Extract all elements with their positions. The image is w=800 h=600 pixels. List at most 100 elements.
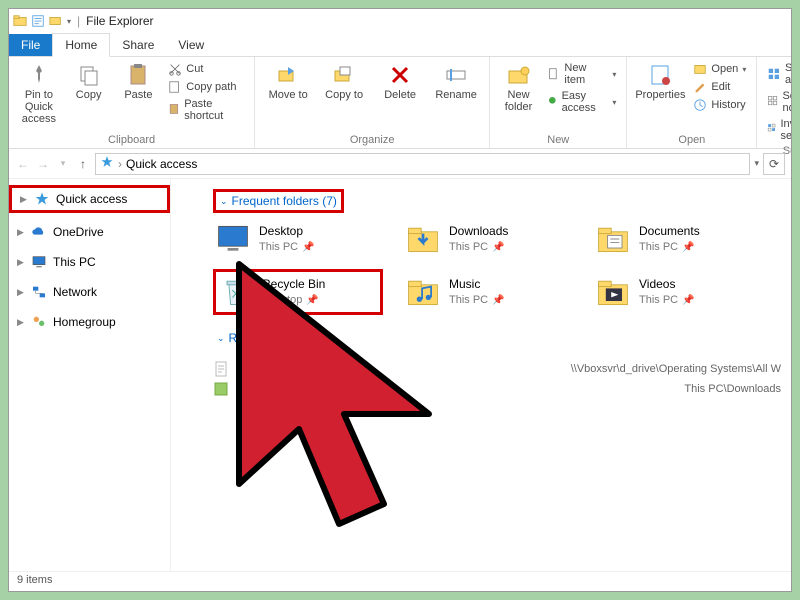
copy-path-icon xyxy=(168,80,182,94)
recent-files-list: _README \\Vboxsvr\d_drive\Operating Syst… xyxy=(213,359,781,399)
item-count: 9 items xyxy=(17,574,52,586)
paste-shortcut-icon xyxy=(168,103,180,117)
delete-icon xyxy=(388,63,412,87)
nav-forward-button[interactable]: → xyxy=(35,157,51,171)
address-box[interactable]: › Quick access xyxy=(95,153,750,175)
pin-icon xyxy=(27,63,51,87)
invert-selection-button[interactable]: Invert selection xyxy=(765,117,792,143)
pin-icon: 📌 xyxy=(302,242,314,253)
window-title: File Explorer xyxy=(86,14,153,28)
folder-downloads[interactable]: DownloadsThis PC📌 xyxy=(403,219,573,259)
sidebar-item-homegroup[interactable]: ▶ Homegroup xyxy=(9,311,170,333)
new-folder-button[interactable]: New folder xyxy=(498,61,539,115)
status-bar: 9 items xyxy=(9,571,791,591)
ribbon-group-organize: Move to Copy to Delete Rename Organize xyxy=(255,57,490,148)
copy-to-button[interactable]: Copy to xyxy=(319,61,369,103)
recent-file-wikihow[interactable]: Wikihow Standard Gr This PC\Downloads xyxy=(213,379,781,399)
chevron-right-icon: ▶ xyxy=(17,317,25,328)
select-none-icon xyxy=(767,95,778,109)
easy-access-button[interactable]: Easy access▾ xyxy=(545,89,618,115)
history-icon xyxy=(693,98,707,112)
recent-file-readme[interactable]: _README \\Vboxsvr\d_drive\Operating Syst… xyxy=(213,359,781,379)
music-icon xyxy=(405,274,441,310)
refresh-button[interactable]: ⟳ xyxy=(763,153,785,175)
frequent-folders-header[interactable]: ⌄ Frequent folders (7) xyxy=(213,189,344,213)
title-separator: | xyxy=(77,14,80,28)
homegroup-icon xyxy=(31,314,47,330)
edit-icon xyxy=(693,80,707,94)
new-folder-qat-icon[interactable] xyxy=(49,14,63,28)
ribbon-group-open: Properties Open▾ Edit History Open xyxy=(627,57,757,148)
cut-button[interactable]: Cut xyxy=(166,61,246,77)
properties-icon xyxy=(648,63,672,87)
videos-icon xyxy=(595,274,631,310)
properties-button[interactable]: Properties xyxy=(635,61,685,103)
address-location: Quick access xyxy=(126,157,197,171)
edit-button[interactable]: Edit xyxy=(691,79,748,95)
sidebar-item-network[interactable]: ▶ Network xyxy=(9,281,170,303)
address-bar: ← → ▾ ↑ › Quick access ▾ ⟳ xyxy=(9,149,791,179)
ribbon-tabs: File Home Share View xyxy=(9,33,791,57)
delete-button[interactable]: Delete xyxy=(375,61,425,103)
pin-icon: 📌 xyxy=(682,242,694,253)
select-none-button[interactable]: Select none xyxy=(765,89,792,115)
recycle-bin-icon xyxy=(218,274,254,310)
sidebar-item-this-pc[interactable]: ▶ This PC xyxy=(9,251,170,273)
cloud-icon xyxy=(31,224,47,240)
nav-up-button[interactable]: ↑ xyxy=(75,157,91,171)
invert-icon xyxy=(767,123,776,137)
copy-button[interactable]: Copy xyxy=(67,61,111,103)
star-icon xyxy=(100,155,114,172)
copy-icon xyxy=(77,63,101,87)
folder-videos[interactable]: VideosThis PC📌 xyxy=(593,269,763,315)
pin-to-quick-access-button[interactable]: Pin to Quick access xyxy=(17,61,61,127)
sidebar: ▶ Quick access ▶ OneDrive ▶ This PC ▶ Ne… xyxy=(9,179,171,571)
sidebar-item-quick-access[interactable]: ▶ Quick access xyxy=(9,185,170,213)
rename-button[interactable]: Rename xyxy=(431,61,481,103)
pin-icon: 📌 xyxy=(492,295,504,306)
quick-access-toolbar: ▾ xyxy=(13,14,71,28)
ribbon-group-clipboard: Pin to Quick access Copy Paste Cut Copy … xyxy=(9,57,255,148)
folder-documents[interactable]: DocumentsThis PC📌 xyxy=(593,219,763,259)
chevron-right-icon: ▶ xyxy=(17,257,25,268)
history-button[interactable]: History xyxy=(691,97,748,113)
new-item-button[interactable]: New item▾ xyxy=(545,61,618,87)
nav-back-button[interactable]: ← xyxy=(15,157,31,171)
select-all-icon xyxy=(767,67,781,81)
explorer-icon xyxy=(13,14,27,28)
properties-qat-icon[interactable] xyxy=(31,14,45,28)
chevron-down-icon: ⌄ xyxy=(220,196,228,207)
copy-path-button[interactable]: Copy path xyxy=(166,79,246,95)
sidebar-item-onedrive[interactable]: ▶ OneDrive xyxy=(9,221,170,243)
tab-file[interactable]: File xyxy=(9,34,52,56)
ribbon: Pin to Quick access Copy Paste Cut Copy … xyxy=(9,57,791,149)
paste-button[interactable]: Paste xyxy=(117,61,161,103)
pin-icon: 📌 xyxy=(306,295,318,306)
open-button[interactable]: Open▾ xyxy=(691,61,748,77)
qat-dropdown-icon[interactable]: ▾ xyxy=(67,17,71,26)
tab-share[interactable]: Share xyxy=(110,34,166,56)
image-file-icon xyxy=(213,381,229,397)
copy-to-icon xyxy=(332,63,356,87)
folder-music[interactable]: MusicThis PC📌 xyxy=(403,269,573,315)
title-bar: ▾ | File Explorer xyxy=(9,9,791,33)
select-all-button[interactable]: Select all xyxy=(765,61,792,87)
folder-grid: DesktopThis PC📌 DownloadsThis PC📌 Docume… xyxy=(213,219,781,315)
move-to-icon xyxy=(276,63,300,87)
nav-recent-dropdown[interactable]: ▾ xyxy=(55,158,71,169)
content-pane: ⌄ Frequent folders (7) DesktopThis PC📌 D… xyxy=(171,179,791,571)
chevron-down-icon: ⌄ xyxy=(217,333,225,344)
chevron-right-icon: ▶ xyxy=(20,194,28,205)
tab-home[interactable]: Home xyxy=(52,33,110,57)
move-to-button[interactable]: Move to xyxy=(263,61,313,103)
pin-icon: 📌 xyxy=(682,295,694,306)
folder-recycle-bin[interactable]: Recycle BinDesktop📌 xyxy=(213,269,383,315)
recent-files-header[interactable]: ⌄ Recent files (2) xyxy=(213,329,313,347)
ribbon-group-select: Select all Select none Invert selection … xyxy=(757,57,792,148)
folder-desktop[interactable]: DesktopThis PC📌 xyxy=(213,219,383,259)
paste-shortcut-button[interactable]: Paste shortcut xyxy=(166,97,246,123)
rename-icon xyxy=(444,63,468,87)
tab-view[interactable]: View xyxy=(166,34,216,56)
chevron-right-icon: ▶ xyxy=(17,287,25,298)
pc-icon xyxy=(31,254,47,270)
